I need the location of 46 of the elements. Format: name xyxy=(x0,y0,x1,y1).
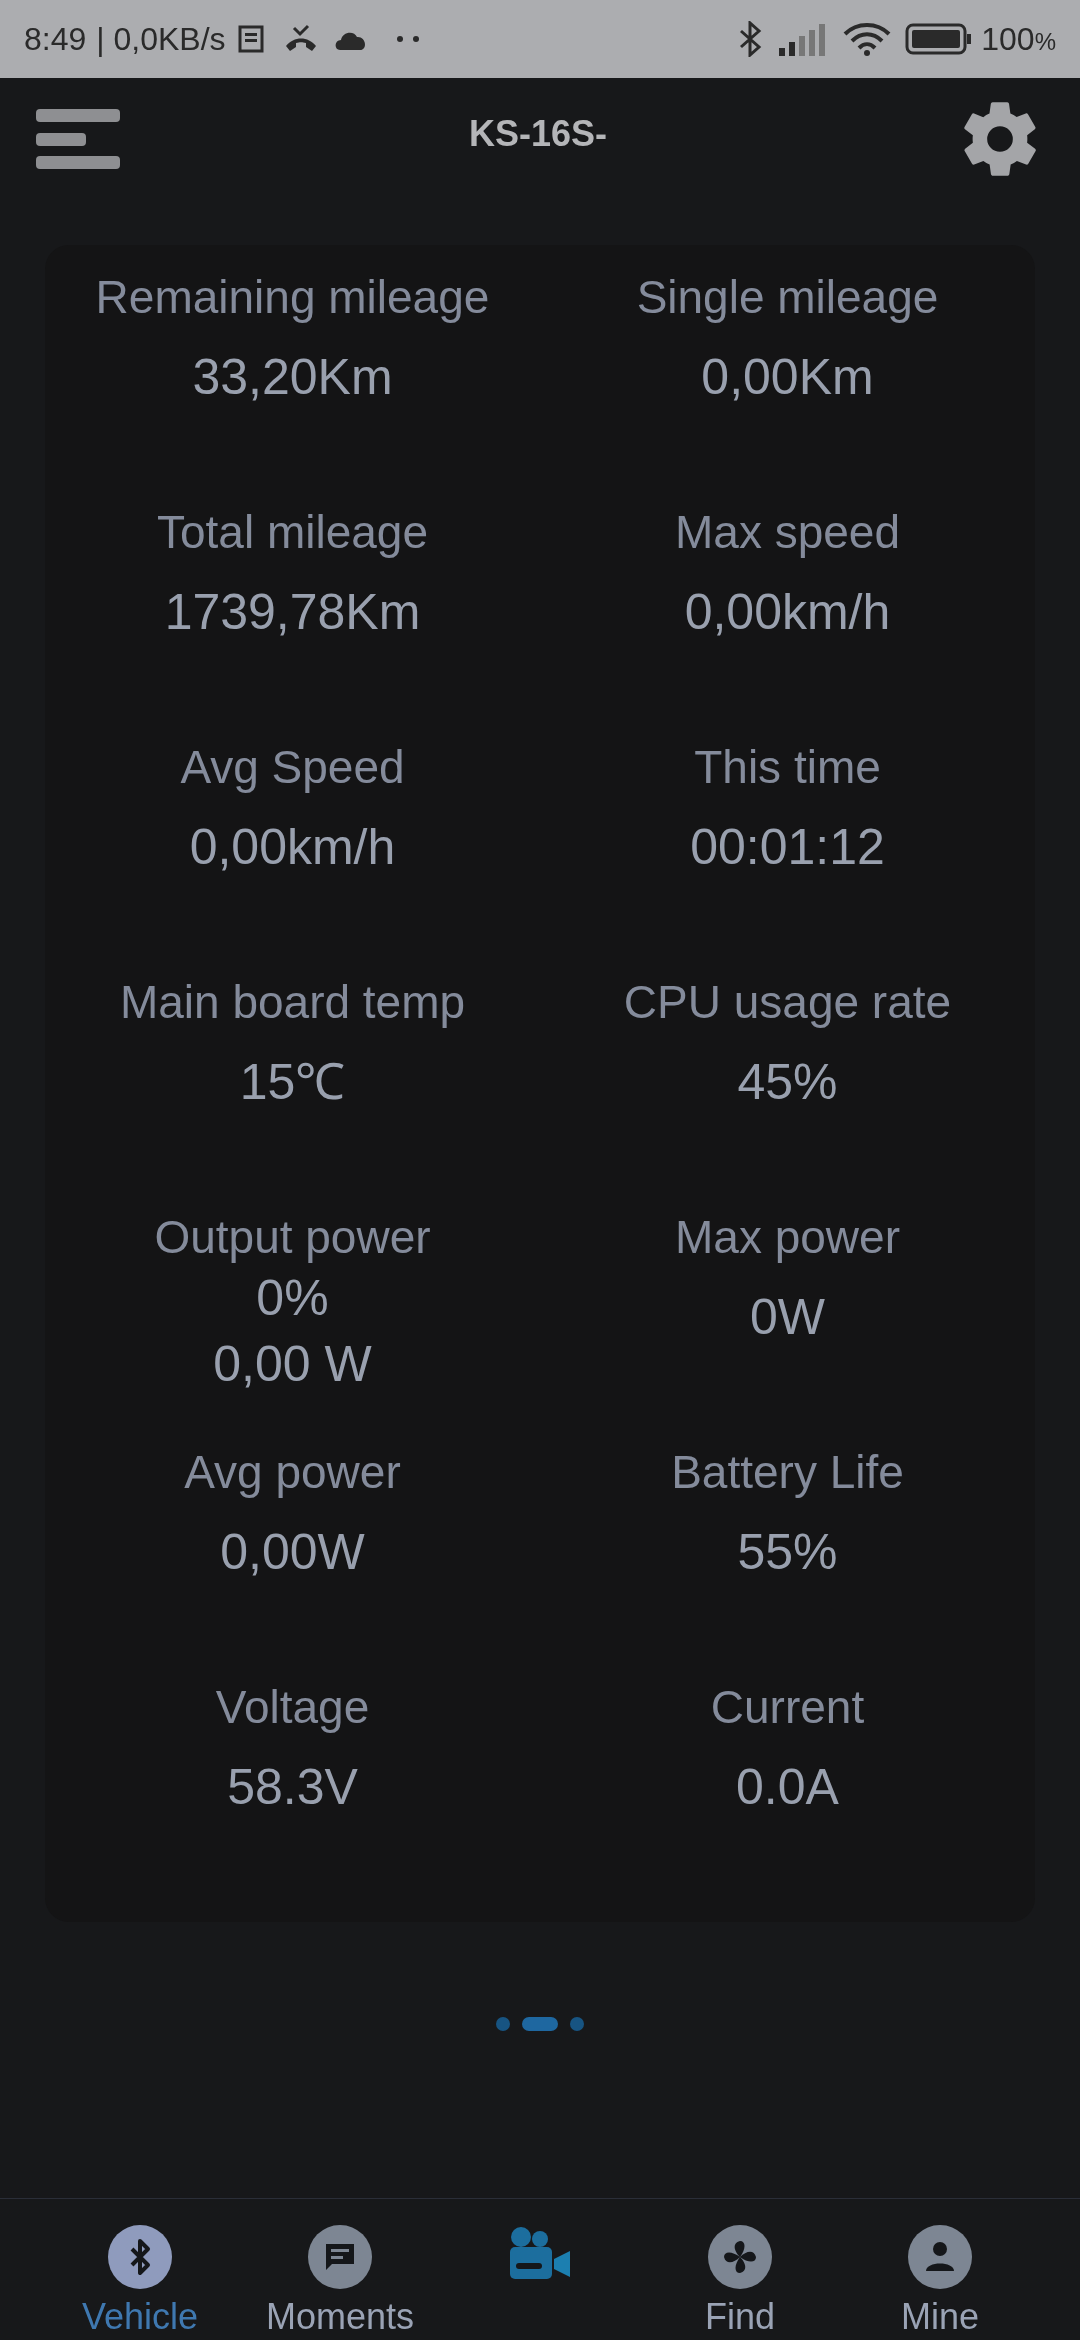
stat-label: CPU usage rate xyxy=(623,975,952,1030)
stat-value: 0,00km/h xyxy=(189,818,396,877)
stat-label: Voltage xyxy=(215,1680,370,1735)
chat-icon xyxy=(308,2225,372,2289)
nav-tab[interactable]: Moments xyxy=(250,2225,430,2340)
nav-tab[interactable]: Vehicle xyxy=(50,2225,230,2340)
stat-value: 00:01:12 xyxy=(690,818,885,877)
stat-label: Max speed xyxy=(675,505,900,560)
dots-icon xyxy=(395,35,420,43)
stat-label: Main board temp xyxy=(119,975,466,1030)
fan-icon xyxy=(708,2225,772,2289)
stat-label: Avg Speed xyxy=(180,740,405,795)
stat-label: Output power xyxy=(154,1210,431,1265)
nav-tab[interactable]: Mine xyxy=(850,2225,1030,2340)
person-icon xyxy=(908,2225,972,2289)
nav-tab[interactable]: Find xyxy=(650,2225,830,2340)
stat-value: 0,00Km xyxy=(701,348,874,407)
phone-icon xyxy=(283,24,318,54)
stat-label: Total mileage xyxy=(156,505,428,560)
stat-value: 0,00km/h xyxy=(684,583,891,642)
network-speed: | 0,0KB/s xyxy=(96,20,226,59)
stat-value: 45% xyxy=(737,1053,838,1112)
stat-value: 0.0A xyxy=(736,1758,839,1817)
stat-value: 0,00W xyxy=(220,1523,365,1582)
wifi-icon xyxy=(843,22,892,56)
stat-value: 55% xyxy=(737,1523,838,1582)
bluetooth-icon xyxy=(108,2225,172,2289)
stat-label: Max power xyxy=(675,1210,900,1265)
stat-label: Single mileage xyxy=(636,270,939,325)
stat-value: 0% xyxy=(256,1269,329,1328)
stat-label: This time xyxy=(694,740,881,795)
stat-label: Avg power xyxy=(184,1445,401,1500)
stat-value: 33,20Km xyxy=(192,348,393,407)
video-camera-icon xyxy=(508,2225,572,2281)
stat-value: 1739,78Km xyxy=(164,583,421,642)
header-title: KS-16S- xyxy=(468,112,607,156)
stat-label: Remaining mileage xyxy=(95,270,490,325)
battery-percent: 100% xyxy=(981,20,1056,59)
stat-label: Battery Life xyxy=(671,1445,904,1500)
status-time: 8:49 xyxy=(24,20,87,59)
stat-value: 15℃ xyxy=(239,1053,346,1112)
stat-value: 0W xyxy=(750,1288,825,1347)
stat-label: Current xyxy=(710,1680,865,1735)
stat-value: 58.3V xyxy=(227,1758,358,1817)
battery-icon xyxy=(905,23,974,55)
stat-value: 0,00 W xyxy=(213,1335,372,1394)
